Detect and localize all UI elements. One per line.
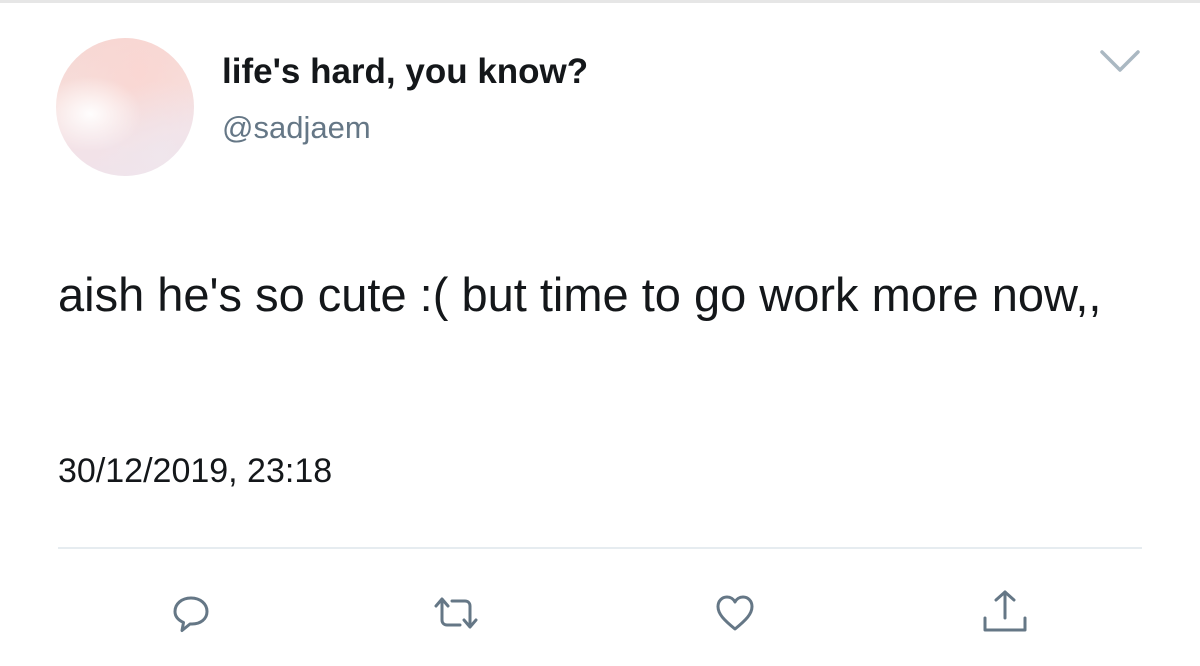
retweet-button[interactable] xyxy=(428,588,484,638)
tweet-text: aish he's so cute :( but time to go work… xyxy=(58,268,1102,321)
retweet-icon xyxy=(434,597,478,629)
chevron-down-icon xyxy=(1100,50,1140,72)
user-handle[interactable]: @sadjaem xyxy=(222,110,371,146)
reply-button[interactable] xyxy=(163,588,219,638)
reply-icon xyxy=(173,596,209,632)
heart-icon xyxy=(716,595,754,631)
action-divider xyxy=(58,547,1142,549)
like-button[interactable] xyxy=(707,588,763,638)
tweet-menu-button[interactable] xyxy=(1096,44,1144,76)
tweet-timestamp[interactable]: 30/12/2019, 23:18 xyxy=(58,452,332,491)
display-name[interactable]: life's hard, you know? xyxy=(222,52,588,92)
tweet-card: life's hard, you know? @sadjaem aish he'… xyxy=(0,0,1200,666)
share-button[interactable] xyxy=(977,588,1033,638)
share-icon xyxy=(983,590,1027,632)
avatar[interactable] xyxy=(56,38,194,176)
